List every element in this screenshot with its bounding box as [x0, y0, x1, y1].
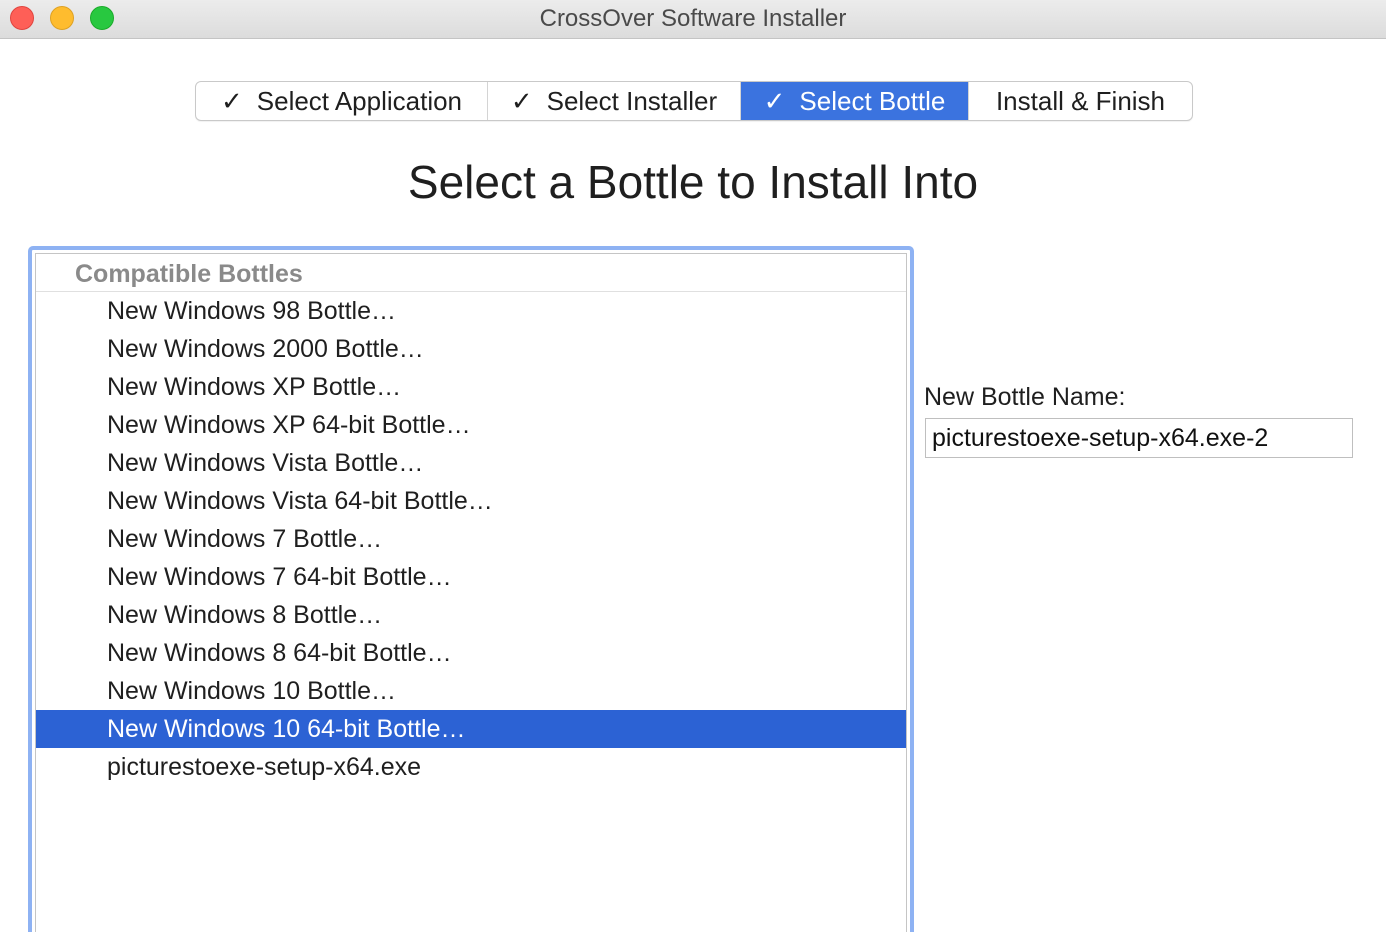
window-title: CrossOver Software Installer	[539, 5, 847, 32]
list-item[interactable]: New Windows XP Bottle…	[36, 368, 906, 406]
step-label: Select Installer	[546, 85, 718, 116]
bottle-list[interactable]: Compatible Bottles New Windows 98 Bottle…	[35, 253, 907, 932]
installer-window: CrossOver Software Installer ✓ Select Ap…	[0, 0, 1386, 932]
list-item[interactable]: New Windows 8 64-bit Bottle…	[36, 634, 906, 672]
list-item[interactable]: New Windows 7 Bottle…	[36, 520, 906, 558]
list-item[interactable]: New Windows 10 64-bit Bottle…	[36, 710, 906, 748]
list-item[interactable]: New Windows Vista 64-bit Bottle…	[36, 482, 906, 520]
checkmark-icon: ✓	[510, 85, 533, 116]
new-bottle-name-label: New Bottle Name:	[924, 383, 1126, 411]
step-indicator: ✓ Select Application ✓ Select Installer …	[195, 81, 1193, 121]
step-install-finish[interactable]: Install & Finish	[969, 82, 1192, 120]
step-select-installer[interactable]: ✓ Select Installer	[488, 82, 741, 120]
list-item[interactable]: New Windows 8 Bottle…	[36, 596, 906, 634]
step-label: Install & Finish	[995, 85, 1166, 116]
step-label: Select Application	[256, 85, 463, 116]
list-item[interactable]: New Windows 98 Bottle…	[36, 292, 906, 330]
page-title: Select a Bottle to Install Into	[407, 156, 979, 208]
checkmark-icon: ✓	[763, 85, 786, 116]
list-item[interactable]: New Windows XP 64-bit Bottle…	[36, 406, 906, 444]
step-select-bottle[interactable]: ✓ Select Bottle	[741, 82, 969, 120]
list-item[interactable]: New Windows 10 Bottle…	[36, 672, 906, 710]
title-bar[interactable]: CrossOver Software Installer	[0, 0, 1386, 39]
step-label: Select Bottle	[799, 85, 946, 116]
list-item[interactable]: New Windows 7 64-bit Bottle…	[36, 558, 906, 596]
list-group-header: Compatible Bottles	[36, 254, 906, 292]
list-item[interactable]: New Windows Vista Bottle…	[36, 444, 906, 482]
list-item[interactable]: picturestoexe-setup-x64.exe	[36, 748, 906, 786]
checkmark-icon: ✓	[220, 85, 243, 116]
new-bottle-name-field[interactable]	[925, 418, 1353, 458]
list-item[interactable]: New Windows 2000 Bottle…	[36, 330, 906, 368]
step-select-application[interactable]: ✓ Select Application	[196, 82, 488, 120]
